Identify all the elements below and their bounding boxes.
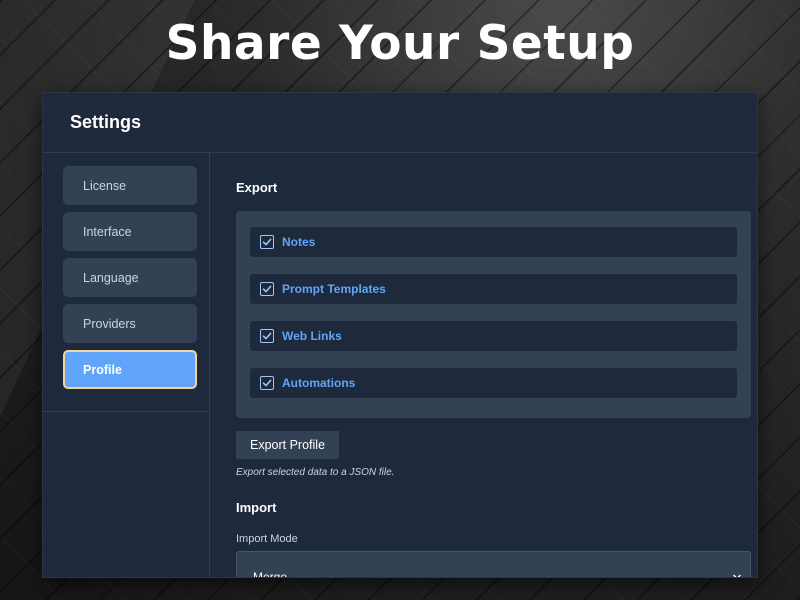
- sidebar-nav: License Interface Language Providers Pro…: [43, 153, 209, 412]
- settings-sidebar: License Interface Language Providers Pro…: [43, 153, 210, 577]
- import-mode-label: Import Mode: [236, 533, 298, 545]
- export-section-title: Export: [236, 180, 278, 195]
- export-option-automations[interactable]: Automations: [250, 368, 737, 398]
- import-mode-select[interactable]: Merge: [236, 551, 751, 578]
- checkbox-checked-icon[interactable]: [260, 376, 274, 390]
- export-option-prompt-templates[interactable]: Prompt Templates: [250, 274, 737, 304]
- import-mode-value: Merge: [253, 570, 288, 578]
- window-title: Settings: [70, 112, 142, 132]
- sidebar-item-providers[interactable]: Providers: [63, 304, 197, 343]
- export-option-label: Web Links: [282, 329, 342, 343]
- checkbox-checked-icon[interactable]: [260, 282, 274, 296]
- chevron-down-icon: [733, 574, 741, 577]
- export-profile-button[interactable]: Export Profile: [236, 431, 340, 459]
- export-hint: Export selected data to a JSON file.: [236, 467, 395, 478]
- export-option-web-links[interactable]: Web Links: [250, 321, 737, 351]
- sidebar-item-license[interactable]: License: [63, 166, 197, 205]
- export-option-notes[interactable]: Notes: [250, 227, 737, 257]
- import-section-title: Import: [236, 500, 277, 515]
- window-header: Settings: [43, 93, 757, 153]
- headline: Share Your Setup: [165, 16, 635, 71]
- export-options-box: Notes Prompt Templates Web Links Automat…: [236, 211, 751, 418]
- sidebar-item-profile[interactable]: Profile: [63, 350, 197, 389]
- sidebar-item-language[interactable]: Language: [63, 258, 197, 297]
- export-option-label: Prompt Templates: [282, 282, 386, 296]
- sidebar-item-interface[interactable]: Interface: [63, 212, 197, 251]
- export-option-label: Automations: [282, 376, 356, 390]
- profile-content: Export Notes Prompt Templates Web Links: [236, 153, 751, 578]
- checkbox-checked-icon[interactable]: [260, 329, 274, 343]
- export-option-label: Notes: [282, 235, 316, 249]
- checkbox-checked-icon[interactable]: [260, 235, 274, 249]
- settings-window: Settings License Interface Language Prov…: [42, 92, 758, 578]
